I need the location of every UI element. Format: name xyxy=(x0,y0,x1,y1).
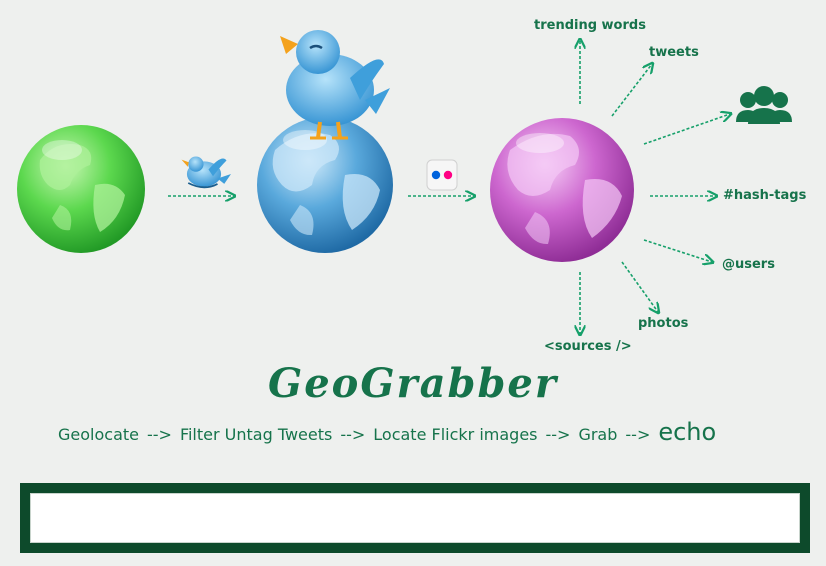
label-trending-words: trending words xyxy=(534,18,646,33)
pipeline-step-filter: Filter Untag Tweets xyxy=(179,425,333,444)
pipeline-arrow: --> xyxy=(146,425,172,444)
pipeline-arrow: --> xyxy=(340,425,366,444)
arrow-photos xyxy=(621,261,658,312)
pipeline-arrow: --> xyxy=(625,425,651,444)
small-twitter-bird-icon xyxy=(181,156,231,189)
arrow-users xyxy=(643,239,712,262)
label-hash-tags: #hash-tags xyxy=(723,188,807,203)
brand-title: GeoGrabber xyxy=(268,360,558,407)
label-photos: photos xyxy=(638,316,689,331)
pipeline-echo: echo xyxy=(658,418,717,446)
pipeline-step-grab: Grab xyxy=(578,425,618,444)
pipeline-step-geolocate: Geolocate xyxy=(58,425,139,444)
arrow-users-group xyxy=(643,114,730,145)
twitter-bird-icon xyxy=(280,30,390,140)
query-input[interactable] xyxy=(30,493,800,543)
pipeline-text: Geolocate --> Filter Untag Tweets --> Locate… xyxy=(58,418,716,446)
pink-globe-icon xyxy=(490,118,634,262)
label-tweets: tweets xyxy=(649,45,699,60)
flickr-icon xyxy=(426,159,458,191)
pipeline-arrow: --> xyxy=(545,425,571,444)
input-frame xyxy=(20,483,810,553)
arrow-tweets xyxy=(611,64,652,117)
pipeline-step-locate: Locate Flickr images xyxy=(373,425,538,444)
label-users: @users xyxy=(722,257,775,272)
geograbber-diagram xyxy=(17,30,792,566)
label-sources: <sources /> xyxy=(544,339,632,354)
users-group-icon xyxy=(736,86,792,124)
green-globe-icon xyxy=(17,125,145,253)
